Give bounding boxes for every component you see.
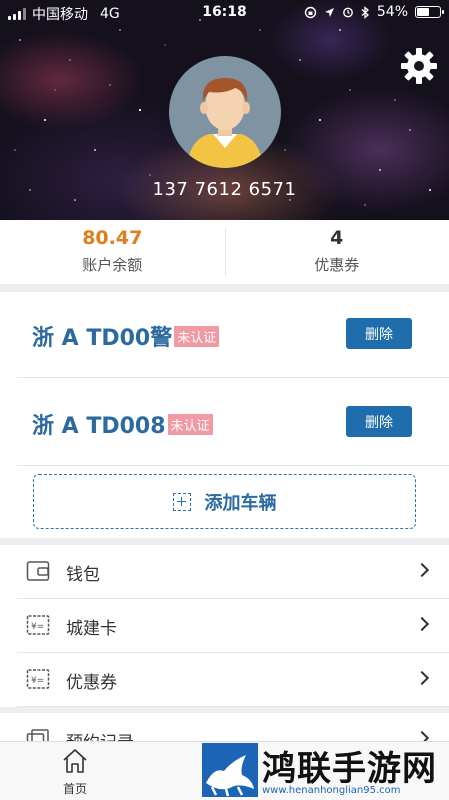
- delete-vehicle-button[interactable]: 删除: [346, 318, 412, 349]
- rotation-lock-icon: [304, 6, 317, 18]
- svg-text:¥=: ¥=: [31, 622, 44, 632]
- phone-number: 137 7612 6571: [152, 179, 297, 200]
- status-badge: 未认证: [167, 413, 213, 435]
- add-vehicle-button[interactable]: 添加车辆: [33, 474, 416, 529]
- card-icon: ¥=: [26, 615, 50, 635]
- chevron-right-icon: [414, 670, 430, 686]
- svg-text:¥=: ¥=: [31, 676, 44, 686]
- watermark: 鸿联手游网 www.henanhonglian95.com: [200, 741, 449, 800]
- battery-icon: [415, 6, 444, 18]
- profile-header: 中国移动 4G 16:18 54% 137 7612 6571: [0, 0, 449, 220]
- add-vehicle-label: 添加车辆: [204, 492, 277, 514]
- tab-home[interactable]: 首页: [40, 748, 110, 797]
- menu-list: 钱包 ¥= 城建卡 ¥= 优惠券: [0, 545, 449, 707]
- menu-item-coupon[interactable]: ¥= 优惠券: [17, 653, 449, 707]
- coupon-count: 4: [330, 227, 344, 249]
- battery-percent: 54%: [376, 4, 408, 20]
- menu-label: 钱包: [66, 565, 100, 585]
- menu-label: 优惠券: [66, 673, 117, 693]
- chevron-right-icon: [414, 616, 430, 632]
- coupon-summary[interactable]: 4 优惠券: [224, 220, 449, 284]
- tab-home-label: 首页: [62, 782, 87, 796]
- status-badge: 未认证: [174, 325, 220, 347]
- user-avatar-icon: [187, 78, 263, 168]
- settings-gear-icon[interactable]: [399, 46, 439, 86]
- menu-label: 城建卡: [66, 619, 117, 639]
- watermark-title: 鸿联手游网: [262, 749, 437, 789]
- vehicle-list: 浙 A TD00警 未认证 删除 浙 A TD008 未认证 删除 添加车辆: [0, 292, 449, 538]
- menu-item-wallet[interactable]: 钱包: [17, 545, 449, 599]
- status-bar: 中国移动 4G 16:18 54%: [0, 0, 449, 24]
- account-summary: 80.47 账户余额 4 优惠券: [0, 220, 449, 284]
- wallet-icon: [26, 561, 50, 581]
- watermark-logo: [202, 743, 258, 797]
- bluetooth-icon: [361, 5, 369, 19]
- home-icon: [63, 749, 87, 773]
- alarm-icon: [342, 7, 353, 18]
- coupon-label: 优惠券: [314, 256, 360, 274]
- location-icon: [324, 7, 334, 17]
- menu-item-city-card[interactable]: ¥= 城建卡: [17, 599, 449, 653]
- delete-vehicle-button[interactable]: 删除: [346, 406, 412, 437]
- plate-number: 浙 A TD00警: [32, 326, 173, 351]
- vehicle-row: 浙 A TD008 未认证 删除: [17, 380, 449, 466]
- add-icon: [172, 492, 191, 511]
- vehicle-row: 浙 A TD00警 未认证 删除: [17, 292, 449, 378]
- avatar[interactable]: [169, 56, 281, 168]
- chevron-right-icon: [414, 562, 430, 578]
- balance-label: 账户余额: [82, 256, 143, 274]
- watermark-url: www.henanhonglian95.com: [262, 785, 401, 796]
- coupon-icon: ¥=: [26, 669, 50, 689]
- plate-number: 浙 A TD008: [32, 414, 166, 439]
- balance-summary[interactable]: 80.47 账户余额: [0, 220, 225, 284]
- balance-value: 80.47: [82, 227, 143, 249]
